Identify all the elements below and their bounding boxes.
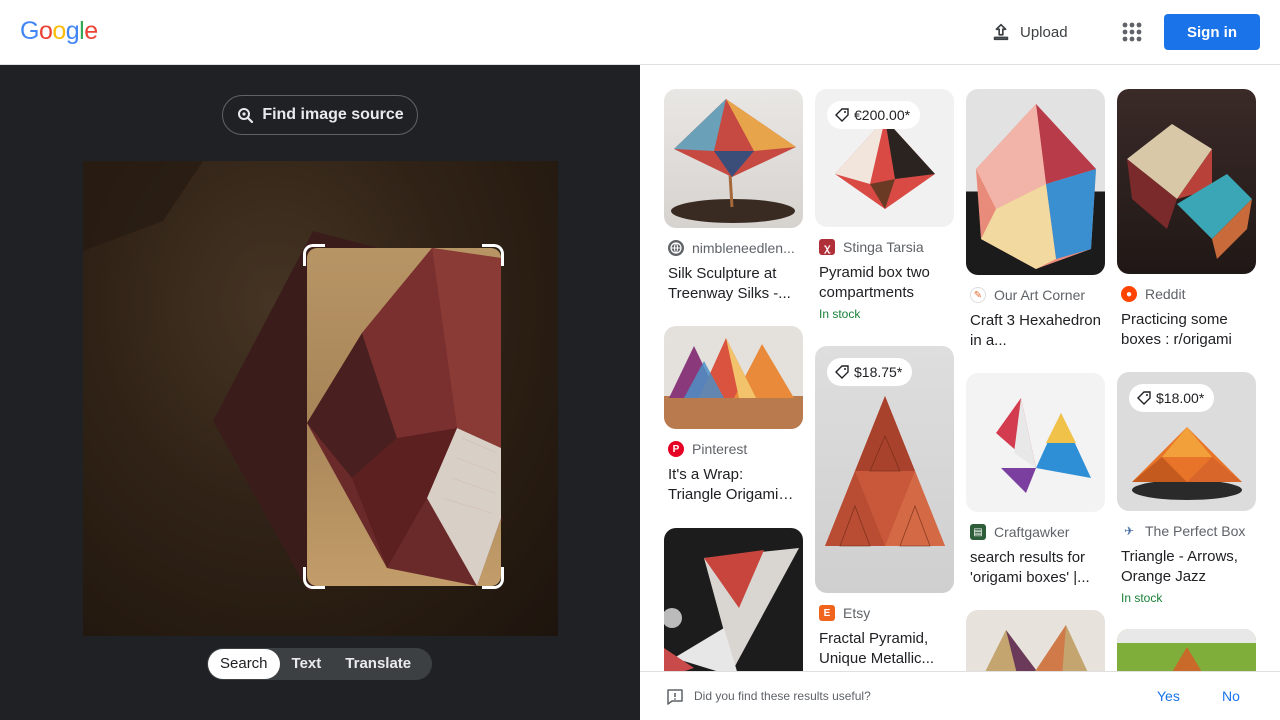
stock-status: In stock [1121,591,1163,605]
price-value: $18.75* [854,364,903,380]
pinterest-icon: P [668,441,684,457]
result-thumbnail[interactable] [664,528,803,671]
upload-label: Upload [1020,23,1068,41]
visual-matches: nimbleneedlen... Silk Sculpture at Treen… [640,65,1280,671]
logo-letter: o [38,17,53,45]
source-name: Craftgawker [994,524,1070,540]
crop-region[interactable] [307,248,501,586]
result-card[interactable]: $18.75* E Etsy Fractal Pyramid, Unique M… [815,346,954,669]
logo-letter: e [84,17,98,45]
result-title[interactable]: Triangle - Arrows, Orange Jazz [1121,547,1252,587]
result-thumbnail[interactable]: $18.75* [815,346,954,593]
price-tag-icon [835,108,849,122]
find-image-source-label: Find image source [262,106,404,123]
result-thumbnail[interactable] [966,373,1105,512]
stinga-icon: ꭓ [819,239,835,255]
result-card[interactable] [966,610,1105,671]
result-source[interactable]: ▤ Craftgawker [970,524,1105,540]
globe-icon [668,240,684,256]
crop-handle[interactable] [482,244,504,266]
result-title[interactable]: Craft 3 Hexahedron in a... [970,311,1101,351]
source-name: Reddit [1145,286,1186,302]
result-thumbnail[interactable] [1117,89,1256,274]
result-card[interactable]: $18.00* ✈ The Perfect Box Triangle - Arr… [1117,372,1256,605]
source-name: Etsy [843,605,871,621]
result-source[interactable]: E Etsy [819,605,954,621]
result-card[interactable]: €200.00* ꭓ Stinga Tarsia Pyramid box two… [815,89,954,321]
result-card[interactable]: nimbleneedlen... Silk Sculpture at Treen… [664,89,803,304]
lens-search-icon [238,108,254,124]
sign-in-button[interactable]: Sign in [1164,14,1260,50]
result-thumbnail[interactable] [1117,629,1256,671]
result-card[interactable]: ▤ Craftgawker search results for 'origam… [966,373,1105,588]
etsy-icon: E [819,605,835,621]
source-name: The Perfect Box [1145,523,1246,539]
result-title[interactable]: Fractal Pyramid, Unique Metallic... [819,629,950,669]
result-title[interactable]: Silk Sculpture at Treenway Silks -... [668,264,799,304]
price-tag-icon [835,365,849,379]
tab-search[interactable]: Search [208,649,280,679]
price-value: €200.00* [854,107,911,123]
art-corner-icon: ✎ [970,287,986,303]
result-thumbnail[interactable] [966,89,1105,275]
feedback-icon [667,689,683,705]
crop-handle[interactable] [303,244,325,266]
result-card[interactable]: ● Reddit Practicing some boxes : r/origa… [1117,89,1256,350]
query-photo [83,161,558,636]
logo-letter: g [65,17,80,45]
result-source[interactable]: ● Reddit [1121,286,1256,302]
result-source[interactable]: ꭓ Stinga Tarsia [819,239,954,255]
result-title[interactable]: Pyramid box two compartments [819,263,950,303]
top-bar: Google Upload Sign in [0,0,1280,65]
result-source[interactable]: ✎ Our Art Corner [970,287,1105,303]
result-thumbnail[interactable] [966,610,1105,671]
feedback-bar: Did you find these results useful? Yes N… [640,671,1280,720]
price-badge: €200.00* [827,101,921,129]
result-thumbnail[interactable] [664,326,803,429]
apps-grid-icon[interactable] [1118,18,1146,46]
reddit-icon: ● [1121,286,1137,302]
source-name: Our Art Corner [994,287,1086,303]
source-name: Pinterest [692,441,748,457]
find-image-source-button[interactable]: Find image source [222,95,418,135]
source-name: Stinga Tarsia [843,239,924,255]
logo-letter: o [52,17,66,45]
crop-handle[interactable] [482,567,504,589]
result-title[interactable]: Practicing some boxes : r/origami [1121,310,1252,350]
source-name: nimbleneedlen... [692,240,795,256]
craftgawker-icon: ▤ [970,524,986,540]
upload-icon [993,23,1009,41]
price-badge: $18.00* [1129,384,1215,412]
result-source[interactable]: nimbleneedlen... [668,240,803,256]
feedback-question: Did you find these results useful? [694,689,871,703]
mode-switcher: Search Text Translate [207,648,432,680]
logo-letter: G [20,17,39,45]
stock-status: In stock [819,307,861,321]
result-thumbnail[interactable] [664,89,803,228]
query-image-panel: Find image source Search Text Translate [0,65,640,720]
result-source[interactable]: ✈ The Perfect Box [1121,523,1256,539]
result-card[interactable]: P Pinterest It's a Wrap: Triangle Origam… [664,326,803,505]
price-tag-icon [1137,391,1151,405]
result-thumbnail[interactable]: $18.00* [1117,372,1256,511]
result-card[interactable]: ✎ Our Art Corner Craft 3 Hexahedron in a… [966,89,1105,351]
tab-text[interactable]: Text [280,649,334,679]
result-title[interactable]: search results for 'origami boxes' |... [970,548,1101,588]
result-card[interactable] [664,528,803,671]
feedback-yes-button[interactable]: Yes [1157,688,1180,704]
tab-translate[interactable]: Translate [333,649,423,679]
google-logo[interactable]: Google [20,17,98,46]
upload-button[interactable]: Upload [990,18,1068,46]
price-badge: $18.75* [827,358,913,386]
result-thumbnail[interactable]: €200.00* [815,89,954,227]
price-value: $18.00* [1156,390,1205,406]
feedback-no-button[interactable]: No [1222,688,1240,704]
result-source[interactable]: P Pinterest [668,441,803,457]
crop-handle[interactable] [303,567,325,589]
result-title[interactable]: It's a Wrap: Triangle Origami Boxes | I.… [668,465,799,505]
result-card[interactable] [1117,629,1256,671]
perfect-box-icon: ✈ [1121,523,1137,539]
